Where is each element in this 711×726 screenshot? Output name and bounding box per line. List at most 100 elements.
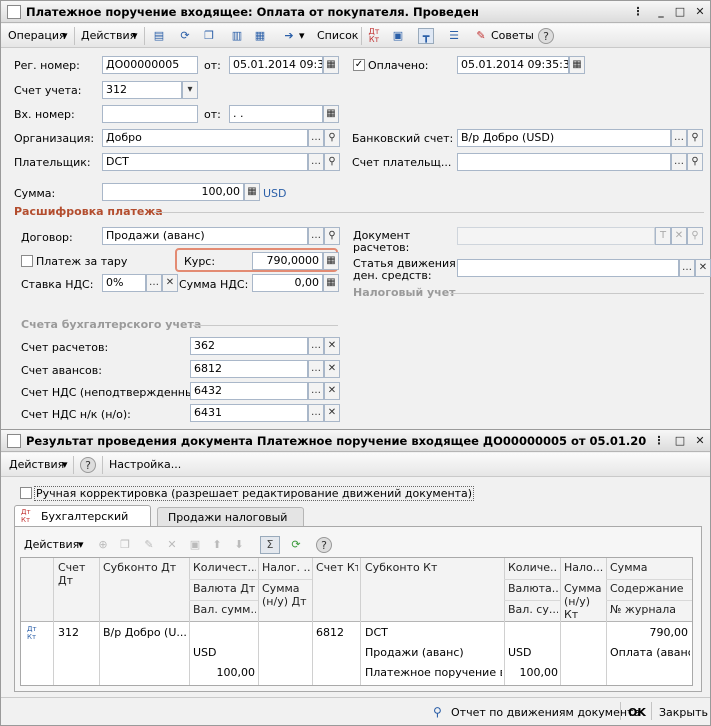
acc-settle-input[interactable]: 362 [190,337,308,355]
entries-grid[interactable]: Счет Дт Субконто Дт Количест... Валюта Д… [20,557,693,686]
header-tax-dt[interactable]: Налог. ... [262,561,310,574]
text-icon[interactable]: T [655,227,671,245]
delete-icon[interactable]: ✕ [164,537,180,553]
more-icon[interactable]: ⋮ [631,5,645,19]
post-and-close-icon[interactable]: ▤ [151,28,167,44]
operation-menu-arrow[interactable]: ▾ [62,29,68,42]
close-icon[interactable]: ✕ [693,5,707,19]
clear-icon[interactable]: ✕ [324,337,340,355]
manual-correction-checkbox[interactable] [20,487,32,499]
ellipsis-icon[interactable]: … [308,360,324,378]
account-select[interactable]: 312 [102,81,182,99]
rate-input[interactable]: 790,0000 [252,252,323,270]
add-icon[interactable]: ⊕ [95,537,111,553]
header-valsum-dt[interactable]: Вал. сумм... [193,603,256,616]
save-icon[interactable]: ▣ [187,537,203,553]
vat-rate-input[interactable]: 0% [102,274,146,292]
acc-vat-nk-input[interactable]: 6431 [190,404,308,422]
ellipsis-icon[interactable]: … [146,274,162,292]
grid-actions-arrow[interactable]: ▾ [78,538,84,551]
maximize-icon[interactable]: □ [673,434,687,448]
clear-icon[interactable]: ✕ [324,404,340,422]
post-icon[interactable]: ▥ [229,28,245,44]
result-actions-arrow[interactable]: ▾ [62,458,68,471]
search-icon[interactable]: ⚲ [687,227,703,245]
minimize-icon[interactable]: _ [654,5,668,19]
ellipsis-icon[interactable]: … [308,227,324,245]
settlement-doc-input[interactable] [457,227,655,245]
header-valsum-kt[interactable]: Вал. су... [508,603,558,616]
header-currency-kt[interactable]: Валюта... [508,582,558,595]
ellipsis-icon[interactable]: … [308,404,324,422]
payer-account-input[interactable] [457,153,671,171]
copy-icon[interactable]: ❐ [117,537,133,553]
clear-icon[interactable]: ✕ [324,382,340,400]
header-dt-account[interactable]: Счет Дт [58,561,96,587]
search-icon[interactable]: ⚲ [687,129,703,147]
header-subconto-dt[interactable]: Субконто Дт [103,561,187,574]
header-subconto-kt[interactable]: Субконто Кт [365,561,501,574]
copy-icon[interactable]: ❐ [201,28,217,44]
list-button[interactable]: Список [317,29,358,42]
refresh-icon[interactable]: ⟳ [288,537,304,553]
sum-icon[interactable]: Σ [260,536,280,554]
help-icon[interactable]: ? [316,537,332,553]
based-on-arrow[interactable]: ▾ [299,29,305,42]
contract-input[interactable]: Продажи (аванс) [102,227,308,245]
edit-icon[interactable]: ✎ [141,537,157,553]
vat-sum-input[interactable]: 0,00 [252,274,323,292]
header-sum[interactable]: Сумма [610,561,690,574]
ok-button[interactable]: OK [628,706,646,719]
search-icon[interactable]: ⚲ [324,129,340,147]
move-up-icon[interactable]: ⬆ [209,537,225,553]
header-kt-account[interactable]: Счет Кт [316,561,358,574]
in-number-input[interactable] [102,105,198,123]
paid-date-input[interactable]: 05.01.2014 09:35:35 [457,56,569,74]
calendar-icon[interactable]: ▦ [323,105,339,123]
help-icon[interactable]: ? [80,457,96,473]
payer-input[interactable]: DCT [102,153,308,171]
header-sum-nu-kt[interactable]: Сумма (н/у) Кт [564,582,606,621]
move-down-icon[interactable]: ⬇ [231,537,247,553]
calendar-icon[interactable]: ▦ [323,56,339,74]
based-on-icon[interactable]: ➔ [281,28,297,44]
close-icon[interactable]: ✕ [693,434,707,448]
sum-input[interactable]: 100,00 [102,183,244,201]
actions-menu[interactable]: Действия [81,29,136,42]
tips-button[interactable]: Советы [491,29,534,42]
calculator-icon[interactable]: ▦ [244,183,260,201]
calendar-icon[interactable]: ▦ [569,56,585,74]
maximize-icon[interactable]: □ [673,5,687,19]
clear-icon[interactable]: ✕ [671,227,687,245]
search-icon[interactable]: ⚲ [324,227,340,245]
ellipsis-icon[interactable]: … [308,153,324,171]
chevron-down-icon[interactable]: ▾ [182,81,198,99]
calculator-icon[interactable]: ▦ [323,252,339,270]
help-icon[interactable]: ? [538,28,554,44]
refresh-icon[interactable]: ⟳ [177,28,193,44]
ellipsis-icon[interactable]: … [671,129,687,147]
header-qty-dt[interactable]: Количест... [193,561,256,574]
bank-input[interactable]: В/р Добро (USD) [457,129,671,147]
header-qty-kt[interactable]: Количе... [508,561,558,574]
ellipsis-icon[interactable]: … [679,259,695,277]
header-sum-nu-dt[interactable]: Сумма (н/у) Дт [262,582,310,608]
print-icon[interactable]: ▣ [390,28,406,44]
reg-date-input[interactable]: 05.01.2014 09:35:3 [229,56,323,74]
operation-menu[interactable]: Операция [8,29,66,42]
clear-icon[interactable]: ✕ [162,274,178,292]
clear-icon[interactable]: ✕ [324,360,340,378]
tab-tax-sales[interactable]: Продажи налоговый учет [157,507,304,537]
in-date-input[interactable]: . . [229,105,323,123]
search-icon[interactable]: ⚲ [324,153,340,171]
settings-button[interactable]: Настройка... [109,458,181,471]
ellipsis-icon[interactable]: … [308,382,324,400]
structure-icon[interactable]: ┳ [418,28,434,44]
actions-menu-arrow[interactable]: ▾ [132,29,138,42]
search-icon[interactable]: ⚲ [687,153,703,171]
ellipsis-icon[interactable]: … [671,153,687,171]
org-input[interactable]: Добро [102,129,308,147]
reg-number-input[interactable]: ДО00000005 [102,56,198,74]
cashflow-input[interactable] [457,259,679,277]
unpost-icon[interactable]: ▦ [252,28,268,44]
